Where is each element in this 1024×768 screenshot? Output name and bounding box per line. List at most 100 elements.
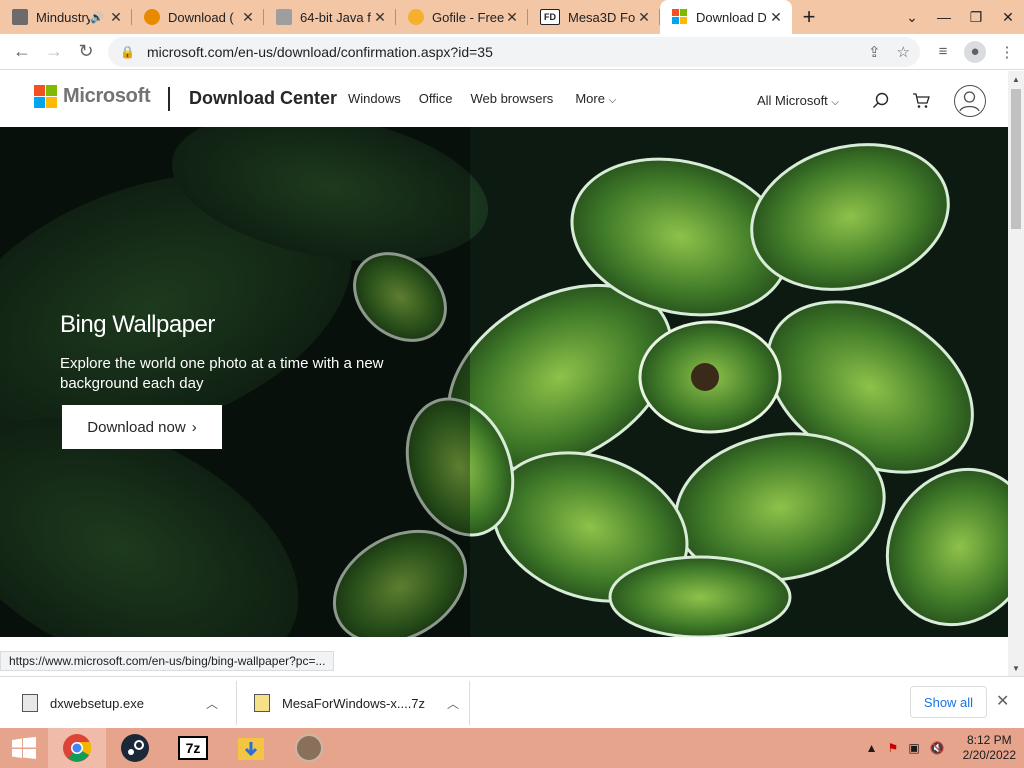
nav-windows[interactable]: Windows (348, 91, 401, 106)
tray-expand-icon[interactable]: ▲ (866, 741, 878, 755)
hero-description: Explore the world one photo at a time wi… (60, 355, 384, 392)
microsoft-logo[interactable]: Microsoft (34, 85, 151, 108)
close-tab-icon[interactable]: ✕ (636, 9, 652, 26)
scroll-up-icon[interactable]: ▲ (1008, 71, 1024, 87)
chevron-right-icon: › (191, 418, 197, 436)
tab-gofile[interactable]: Gofile - Free ✕ (396, 0, 528, 34)
tab-title: Gofile - Free (432, 9, 504, 25)
menu-kebab-icon[interactable]: ⋮ (996, 41, 1018, 63)
site-header: Microsoft Download Center Windows Office… (0, 71, 1008, 127)
hero-title: Bing Wallpaper (60, 311, 215, 338)
tab-title: Mindustry (36, 9, 91, 25)
volume-muted-icon[interactable]: 🔇 (930, 741, 945, 755)
close-tab-icon[interactable]: ✕ (504, 9, 520, 26)
gofile-favicon-icon (408, 9, 424, 25)
header-divider (168, 87, 170, 111)
tab-mesa3d[interactable]: FD Mesa3D For ✕ (528, 0, 660, 34)
tab-download[interactable]: Download ( ✕ (132, 0, 264, 34)
microsoft-logo-icon (34, 85, 57, 108)
lock-icon[interactable]: 🔒 (120, 45, 135, 59)
chevron-down-icon: ⌵ (831, 97, 840, 108)
nav-web-browsers[interactable]: Web browsers (470, 91, 553, 106)
download-now-button[interactable]: Download now › (62, 405, 222, 449)
start-button[interactable] (0, 728, 48, 768)
hero-banner: Bing Wallpaper Explore the world one pho… (0, 127, 1008, 637)
address-bar[interactable]: 🔒 microsoft.com/en-us/download/confirmat… (108, 37, 920, 67)
tab-mindustry[interactable]: Mindustry 🔊 ✕ (0, 0, 132, 34)
scroll-down-icon[interactable]: ▼ (1008, 660, 1024, 676)
window-controls: ⌄ — ❐ ✕ (896, 0, 1024, 34)
account-icon[interactable] (954, 85, 986, 117)
header-icons (870, 85, 986, 117)
download-item[interactable]: MesaForWindows-x....7z ︿ (254, 677, 459, 729)
close-tab-icon[interactable]: ✕ (108, 9, 124, 26)
clock-time: 8:12 PM (966, 733, 1012, 747)
tab-title: 64-bit Java f (300, 9, 371, 25)
bookmark-star-icon[interactable]: ☆ (897, 43, 910, 61)
system-tray: ▲ ⚑ ▣ 🔇 8:12 PM 2/20/2022 (866, 728, 1016, 768)
speaker-icon: 🔊 (90, 11, 104, 24)
tab-title: Mesa3D For (568, 9, 636, 25)
windows-logo-icon (12, 737, 36, 759)
tab-search-icon[interactable]: ⌄ (896, 0, 928, 34)
minimize-icon[interactable]: — (928, 0, 960, 34)
show-all-button[interactable]: Show all (910, 686, 987, 718)
url-text: microsoft.com/en-us/download/confirmatio… (146, 44, 493, 60)
chevron-down-icon: ⌵ (608, 95, 617, 106)
network-icon[interactable]: ▣ (908, 741, 919, 755)
microsoft-favicon-icon (672, 9, 688, 25)
scroll-thumb[interactable] (1011, 89, 1021, 229)
tab-java[interactable]: 64-bit Java f ✕ (264, 0, 396, 34)
close-shelf-icon[interactable]: ✕ (996, 691, 1009, 711)
all-microsoft-menu[interactable]: All Microsoft ⌵ (757, 93, 839, 108)
exe-file-icon (22, 694, 38, 712)
profile-icon[interactable]: ● (964, 40, 986, 63)
steam-icon[interactable] (106, 728, 164, 768)
download-filename: dxwebsetup.exe (50, 695, 144, 711)
action-center-flag-icon[interactable]: ⚑ (888, 741, 899, 755)
tab-title: Download D (696, 9, 767, 25)
chrome-icon[interactable] (48, 728, 106, 768)
section-title[interactable]: Download Center (189, 88, 337, 109)
mindustry-favicon-icon (12, 9, 28, 25)
toolbar-right: ≡ ● ⋮ (932, 40, 1018, 63)
download-item[interactable]: dxwebsetup.exe ︿ (22, 677, 218, 729)
reload-icon[interactable]: ↻ (70, 36, 102, 68)
restore-icon[interactable]: ❐ (960, 0, 992, 34)
web-page: Microsoft Download Center Windows Office… (0, 71, 1008, 676)
close-window-icon[interactable]: ✕ (992, 0, 1024, 34)
chevron-up-icon[interactable]: ︿ (447, 695, 459, 712)
tab-download-center[interactable]: Download D ✕ (660, 0, 792, 34)
screen: Mindustry 🔊 ✕ Download ( ✕ 64-bit Java f… (0, 0, 1024, 768)
browser-toolbar: ← → ↻ 🔒 microsoft.com/en-us/download/con… (0, 34, 1024, 70)
download-shelf: dxwebsetup.exe ︿ MesaForWindows-x....7z … (0, 676, 1024, 728)
windows-taskbar: 7z ▲ ⚑ ▣ 🔇 8:12 PM 2/20/2022 (0, 728, 1024, 768)
site-nav: Windows Office Web browsers More ⌵ (348, 91, 616, 106)
new-tab-button[interactable]: + (792, 0, 826, 34)
page-scrollbar[interactable]: ▲ ▼ (1008, 71, 1024, 676)
browser-tab-strip: Mindustry 🔊 ✕ Download ( ✕ 64-bit Java f… (0, 0, 1024, 34)
close-tab-icon[interactable]: ✕ (240, 9, 256, 26)
media-control-icon[interactable]: ≡ (932, 41, 954, 63)
app-icon[interactable] (280, 728, 338, 768)
link-status-bar: https://www.microsoft.com/en-us/bing/bin… (0, 651, 335, 671)
clock[interactable]: 8:12 PM 2/20/2022 (963, 733, 1016, 763)
download-filename: MesaForWindows-x....7z (282, 695, 426, 711)
chevron-up-icon[interactable]: ︿ (206, 695, 218, 712)
folder-icon[interactable] (222, 728, 280, 768)
tab-title: Download ( (168, 9, 234, 25)
forward-icon[interactable]: → (38, 36, 70, 68)
close-tab-icon[interactable]: ✕ (372, 9, 388, 26)
java-favicon-icon (276, 9, 292, 25)
nav-more[interactable]: More ⌵ (575, 91, 616, 106)
mesa3d-favicon-icon: FD (540, 9, 560, 25)
close-tab-icon[interactable]: ✕ (768, 9, 784, 26)
search-icon[interactable] (870, 90, 892, 112)
7zip-icon[interactable]: 7z (164, 728, 222, 768)
7z-file-icon (254, 694, 270, 712)
shelf-divider (469, 681, 470, 725)
nav-office[interactable]: Office (419, 91, 453, 106)
back-icon[interactable]: ← (6, 36, 38, 68)
share-icon[interactable]: ⇪ (868, 43, 881, 61)
cart-icon[interactable] (910, 90, 932, 112)
